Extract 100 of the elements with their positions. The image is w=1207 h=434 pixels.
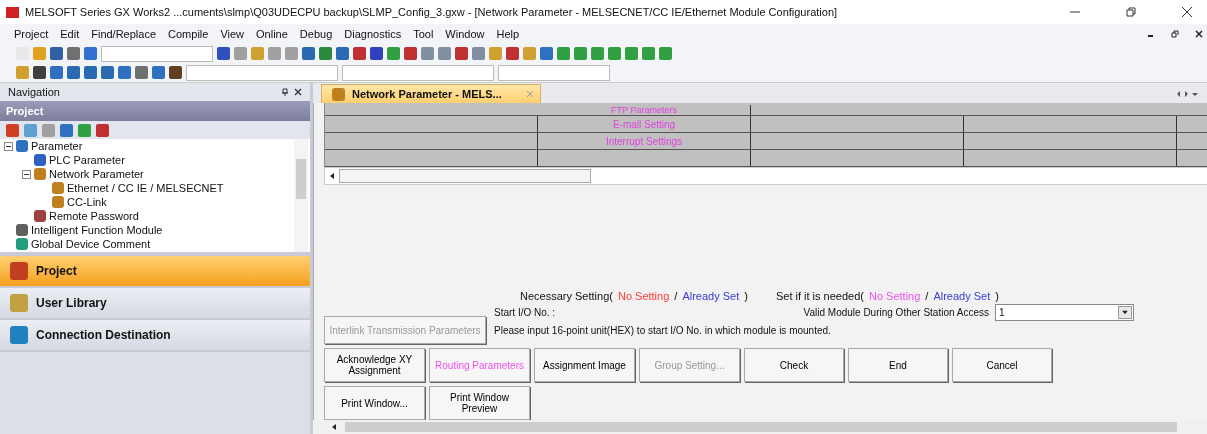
toolbar-icon[interactable] xyxy=(353,47,366,60)
legend-item: No Setting xyxy=(617,290,670,302)
legend-item: Already Set xyxy=(682,290,740,302)
restore-icon[interactable] xyxy=(1171,30,1179,38)
toolbar-icon[interactable] xyxy=(135,66,148,79)
toolbar-icon[interactable] xyxy=(6,123,19,137)
close-icon[interactable] xyxy=(1181,6,1193,18)
toolbar-icon[interactable] xyxy=(506,47,519,60)
start-io-label: Start I/O No. : xyxy=(494,307,556,318)
action-button[interactable]: Acknowledge XY Assignment xyxy=(324,348,425,382)
legend-label: Set if it is needed( xyxy=(775,290,864,302)
toolbar-icon[interactable] xyxy=(67,47,80,60)
toolbar-icon[interactable] xyxy=(404,47,417,60)
menu-item[interactable]: View xyxy=(220,28,245,40)
action-button[interactable]: Print Window Preview xyxy=(429,386,530,420)
menu-item[interactable]: Debug xyxy=(299,28,333,40)
pin-icon[interactable] xyxy=(281,88,289,96)
document-tab[interactable]: Network Parameter - MELS... xyxy=(321,84,541,103)
toolbar-dropdown[interactable] xyxy=(186,64,338,81)
section-header: Project xyxy=(0,101,310,121)
legend-label: ) xyxy=(995,290,999,302)
toolbar-dropdown[interactable] xyxy=(342,64,494,81)
scrollbar-thumb[interactable] xyxy=(345,422,1177,432)
hint-text: Please input 16-point unit(HEX) to start I/O No. in which module is mounted. xyxy=(494,325,832,336)
toolbar-icon[interactable] xyxy=(96,123,109,137)
menu-item[interactable]: Online xyxy=(256,28,288,40)
toolbar-icon[interactable] xyxy=(67,66,80,79)
scroll-left-icon[interactable] xyxy=(329,172,335,180)
tree-item[interactable]: Remote Password xyxy=(49,210,139,222)
tree-node-icon xyxy=(16,140,28,152)
toolbar-icon[interactable] xyxy=(50,66,63,79)
app-logo-icon xyxy=(6,6,19,18)
toolbar-icon[interactable] xyxy=(336,47,349,60)
menu-item[interactable]: Compile xyxy=(168,28,209,40)
tree-node-icon xyxy=(16,224,28,236)
legend-label: ) xyxy=(744,290,748,302)
scroll-left-icon[interactable] xyxy=(331,423,337,431)
action-button[interactable]: End xyxy=(848,348,948,382)
panel-title: Navigation xyxy=(8,86,60,98)
tab-scroll-icon[interactable] xyxy=(1175,90,1199,98)
legend-separator: / xyxy=(674,290,678,302)
action-button[interactable]: Print Window... xyxy=(324,386,425,420)
menu-item[interactable]: Find/Replace xyxy=(91,28,157,40)
toolbar-dropdown[interactable] xyxy=(101,45,213,62)
tree-node-icon xyxy=(16,238,28,250)
toolbar-icon[interactable] xyxy=(455,47,468,60)
toolbar-icon[interactable] xyxy=(101,66,114,79)
tree-node-icon xyxy=(34,210,46,222)
toolbar-icon[interactable] xyxy=(33,66,46,79)
valid-module-dropdown[interactable]: 1 xyxy=(995,304,1134,321)
tree-node-icon xyxy=(34,154,46,166)
toolbar-icon[interactable] xyxy=(302,47,315,60)
tree-item[interactable]: Global Device Comment xyxy=(31,238,151,250)
menu-item[interactable]: Help xyxy=(496,28,520,40)
toolbar-icon[interactable] xyxy=(118,66,131,79)
legend-label: Necessary Setting( xyxy=(520,290,613,302)
menu-item[interactable]: Edit xyxy=(60,28,80,40)
menu-item[interactable]: Tool xyxy=(413,28,434,40)
toolbar-icon[interactable] xyxy=(540,47,553,60)
collapse-toggle[interactable] xyxy=(22,169,31,179)
toolbar-icon[interactable] xyxy=(50,47,63,60)
menu-item[interactable]: Project xyxy=(14,28,49,40)
tree-node-icon xyxy=(52,196,64,208)
menu-item[interactable]: Diagnostics xyxy=(344,28,402,40)
legend-item: No Setting xyxy=(869,290,921,302)
navigation-tab[interactable]: Project xyxy=(0,256,310,288)
close-icon[interactable] xyxy=(294,88,302,96)
valid-module-label: Valid Module During Other Station Access xyxy=(803,307,989,318)
window-title: MELSOFT Series GX Works2 ...cuments\slmp\Q03UDECPU backup\SLMP_Config_3.gxw - [Network Parameter - MELSECNET/CC IE/Ethernet Module Configuration] xyxy=(25,6,838,18)
toolbar-icon[interactable] xyxy=(84,47,97,60)
toolbar-icon[interactable] xyxy=(152,66,165,79)
action-button[interactable]: Check xyxy=(744,348,844,382)
restore-icon[interactable] xyxy=(1125,6,1137,18)
tree-item[interactable]: CC-Link xyxy=(67,196,107,208)
toolbar-dropdown[interactable] xyxy=(498,64,610,81)
toolbar-icon[interactable] xyxy=(169,66,182,79)
toolbar-icon[interactable] xyxy=(24,123,37,137)
legend-item: Already Set xyxy=(933,290,991,302)
toolbar-icon[interactable] xyxy=(78,123,91,137)
collapse-toggle[interactable] xyxy=(4,141,13,151)
scrollbar-thumb[interactable] xyxy=(339,169,591,183)
toolbar-icon[interactable] xyxy=(60,123,73,137)
menu-item[interactable]: Window xyxy=(445,28,485,40)
tree-item[interactable]: Intelligent Function Module xyxy=(31,224,163,236)
action-button[interactable]: Cancel xyxy=(952,348,1052,382)
tree-item[interactable]: Ethernet / CC IE / MELSECNET xyxy=(67,182,224,194)
scrollbar-thumb[interactable] xyxy=(296,159,306,199)
tree-item[interactable]: Parameter xyxy=(31,140,83,152)
action-button[interactable]: Assignment Image xyxy=(534,348,635,382)
tree-item[interactable]: Network Parameter xyxy=(49,168,144,180)
toolbar-icon[interactable] xyxy=(370,47,383,60)
legend-separator: / xyxy=(925,290,929,302)
toolbar-icon[interactable] xyxy=(84,66,97,79)
tree-node-icon xyxy=(52,182,64,194)
toolbar-icon[interactable] xyxy=(42,123,55,137)
toolbar-icon[interactable] xyxy=(217,47,230,60)
toolbar-icon[interactable] xyxy=(319,47,332,60)
tree-node-icon xyxy=(34,168,46,180)
tree-item[interactable]: PLC Parameter xyxy=(49,154,125,166)
close-icon[interactable] xyxy=(1195,30,1203,38)
